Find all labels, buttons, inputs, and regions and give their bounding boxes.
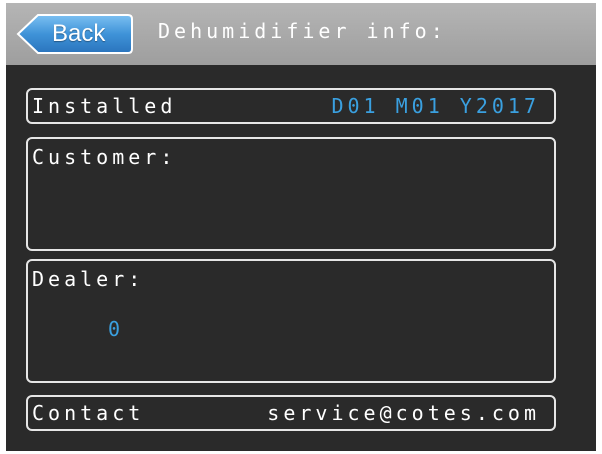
installed-label: Installed bbox=[32, 94, 177, 118]
dealer-label: Dealer: bbox=[32, 267, 145, 291]
page-title: Dehumidifier info: bbox=[158, 19, 447, 43]
customer-label: Customer: bbox=[32, 145, 177, 169]
customer-box: Customer: bbox=[26, 137, 556, 251]
header-bar: Back Dehumidifier info: bbox=[6, 3, 596, 65]
dehumidifier-info-screen: Back Dehumidifier info: Installed D01 M0… bbox=[6, 3, 596, 451]
installed-row: Installed D01 M01 Y2017 bbox=[26, 88, 556, 124]
back-button-label: Back bbox=[52, 20, 106, 47]
dealer-box: Dealer: 0 bbox=[26, 259, 556, 383]
contact-email-value: service@cotes.com bbox=[267, 401, 540, 425]
back-button[interactable]: Back bbox=[16, 13, 134, 55]
dealer-value: 0 bbox=[108, 317, 125, 341]
contact-row: Contact service@cotes.com bbox=[26, 395, 556, 431]
installed-date-value: D01 M01 Y2017 bbox=[331, 94, 540, 118]
contact-label: Contact bbox=[32, 401, 145, 425]
